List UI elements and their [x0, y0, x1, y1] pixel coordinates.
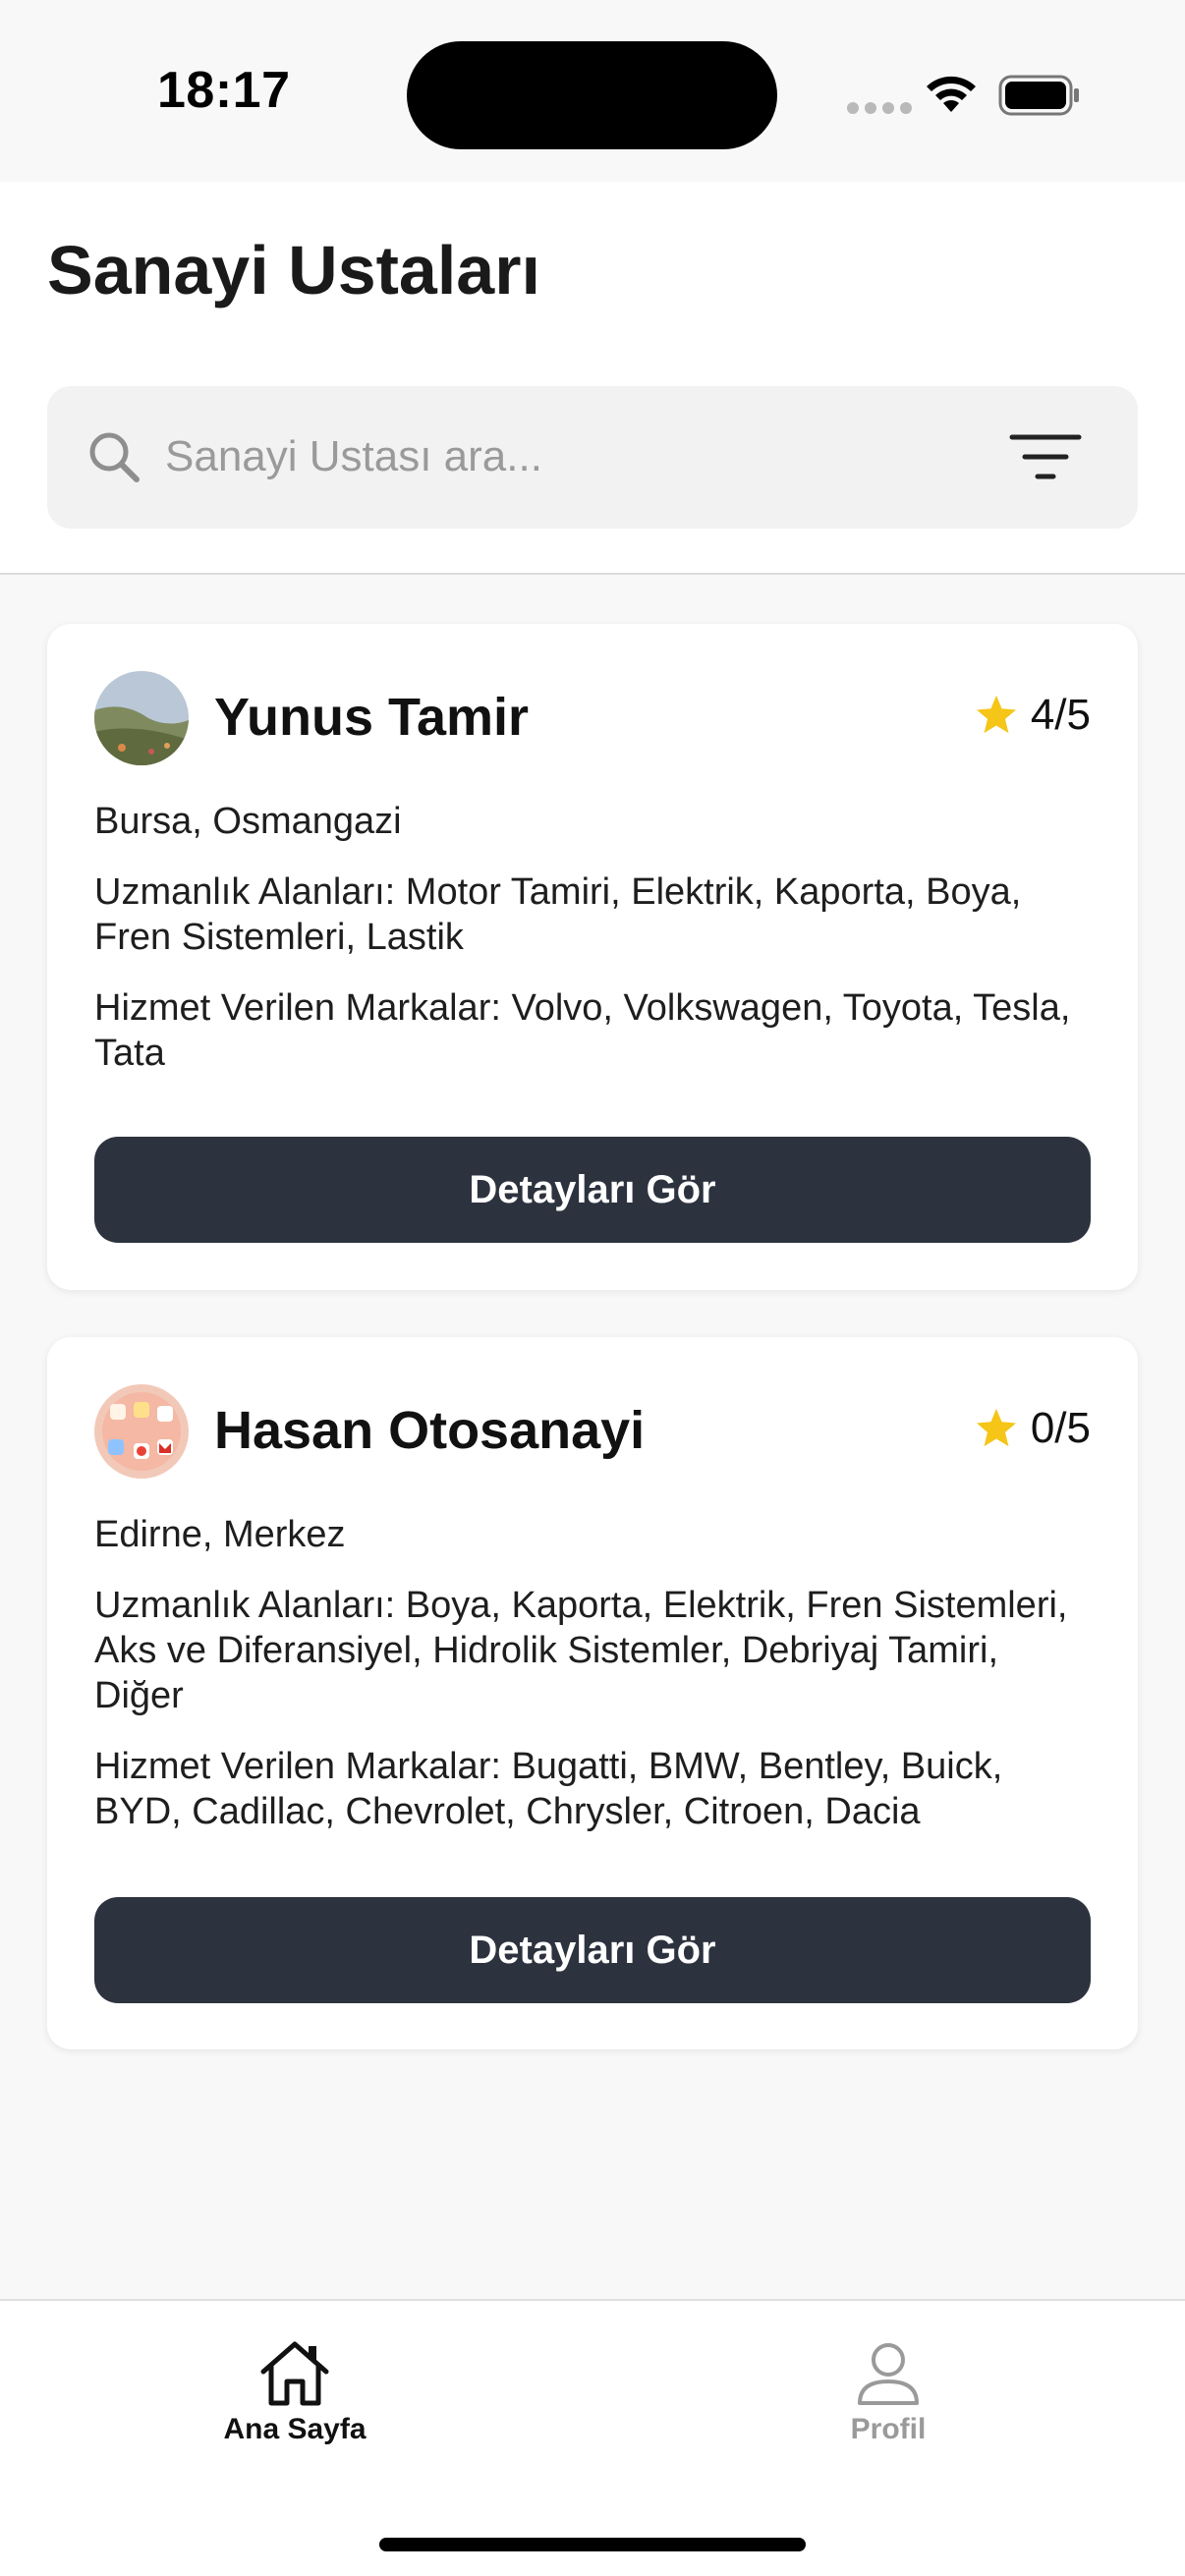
mechanic-card: Yunus Tamir 4/5 Bursa, Osmangazi Uzmanlı…	[47, 624, 1138, 1290]
home-icon	[260, 2341, 329, 2406]
mechanic-name: Yunus Tamir	[214, 688, 530, 747]
specialties-text: Uzmanlık Alanları: Boya, Kaporta, Elektr…	[94, 1585, 1068, 1716]
rating: 0/5	[974, 1404, 1091, 1453]
location-text: Bursa, Osmangazi	[94, 801, 402, 842]
status-time: 18:17	[157, 62, 291, 119]
avatar	[94, 671, 189, 765]
tab-home[interactable]: Ana Sayfa	[197, 2338, 393, 2446]
tab-label: Profil	[850, 2413, 927, 2445]
header: Sanayi Ustaları	[0, 182, 1185, 575]
cellular-signal-icon	[847, 102, 912, 114]
home-indicator[interactable]	[379, 2538, 806, 2551]
filter-icon[interactable]	[1008, 431, 1083, 482]
rating: 4/5	[974, 691, 1091, 740]
battery-icon	[998, 75, 1079, 116]
details-button[interactable]: Detayları Gör	[94, 1137, 1091, 1243]
specialties-text: Uzmanlık Alanları: Motor Tamiri, Elektri…	[94, 871, 1022, 958]
tab-bar: Ana Sayfa Profil	[0, 2299, 1185, 2576]
search-icon	[89, 432, 140, 482]
rating-value: 0/5	[1030, 1404, 1091, 1452]
details-button[interactable]: Detayları Gör	[94, 1897, 1091, 2003]
star-icon	[976, 695, 1016, 734]
page-title: Sanayi Ustaları	[47, 232, 540, 308]
profile-icon	[858, 2343, 919, 2405]
brands-text: Hizmet Verilen Markalar: Volvo, Volkswag…	[94, 987, 1071, 1074]
rating-value: 4/5	[1030, 691, 1091, 739]
tab-label: Ana Sayfa	[223, 2413, 367, 2445]
mechanic-name: Hasan Otosanayi	[214, 1401, 646, 1460]
location-text: Edirne, Merkez	[94, 1514, 346, 1555]
avatar	[94, 1384, 189, 1479]
mechanic-card: Hasan Otosanayi 0/5 Edirne, Merkez Uzman…	[47, 1337, 1138, 2049]
dynamic-island	[407, 41, 777, 149]
star-icon	[976, 1408, 1016, 1447]
search-input[interactable]	[165, 421, 971, 492]
app-screen: 18:17 Sanayi Ustaları Sanayi Ustası ara.…	[0, 0, 1185, 2576]
brands-text: Hizmet Verilen Markalar: Bugatti, BMW, B…	[94, 1746, 1003, 1832]
wifi-icon	[927, 76, 976, 112]
search-bar[interactable]	[47, 386, 1138, 529]
status-bar: 18:17	[0, 0, 1185, 182]
tab-profile[interactable]: Profil	[790, 2338, 987, 2446]
